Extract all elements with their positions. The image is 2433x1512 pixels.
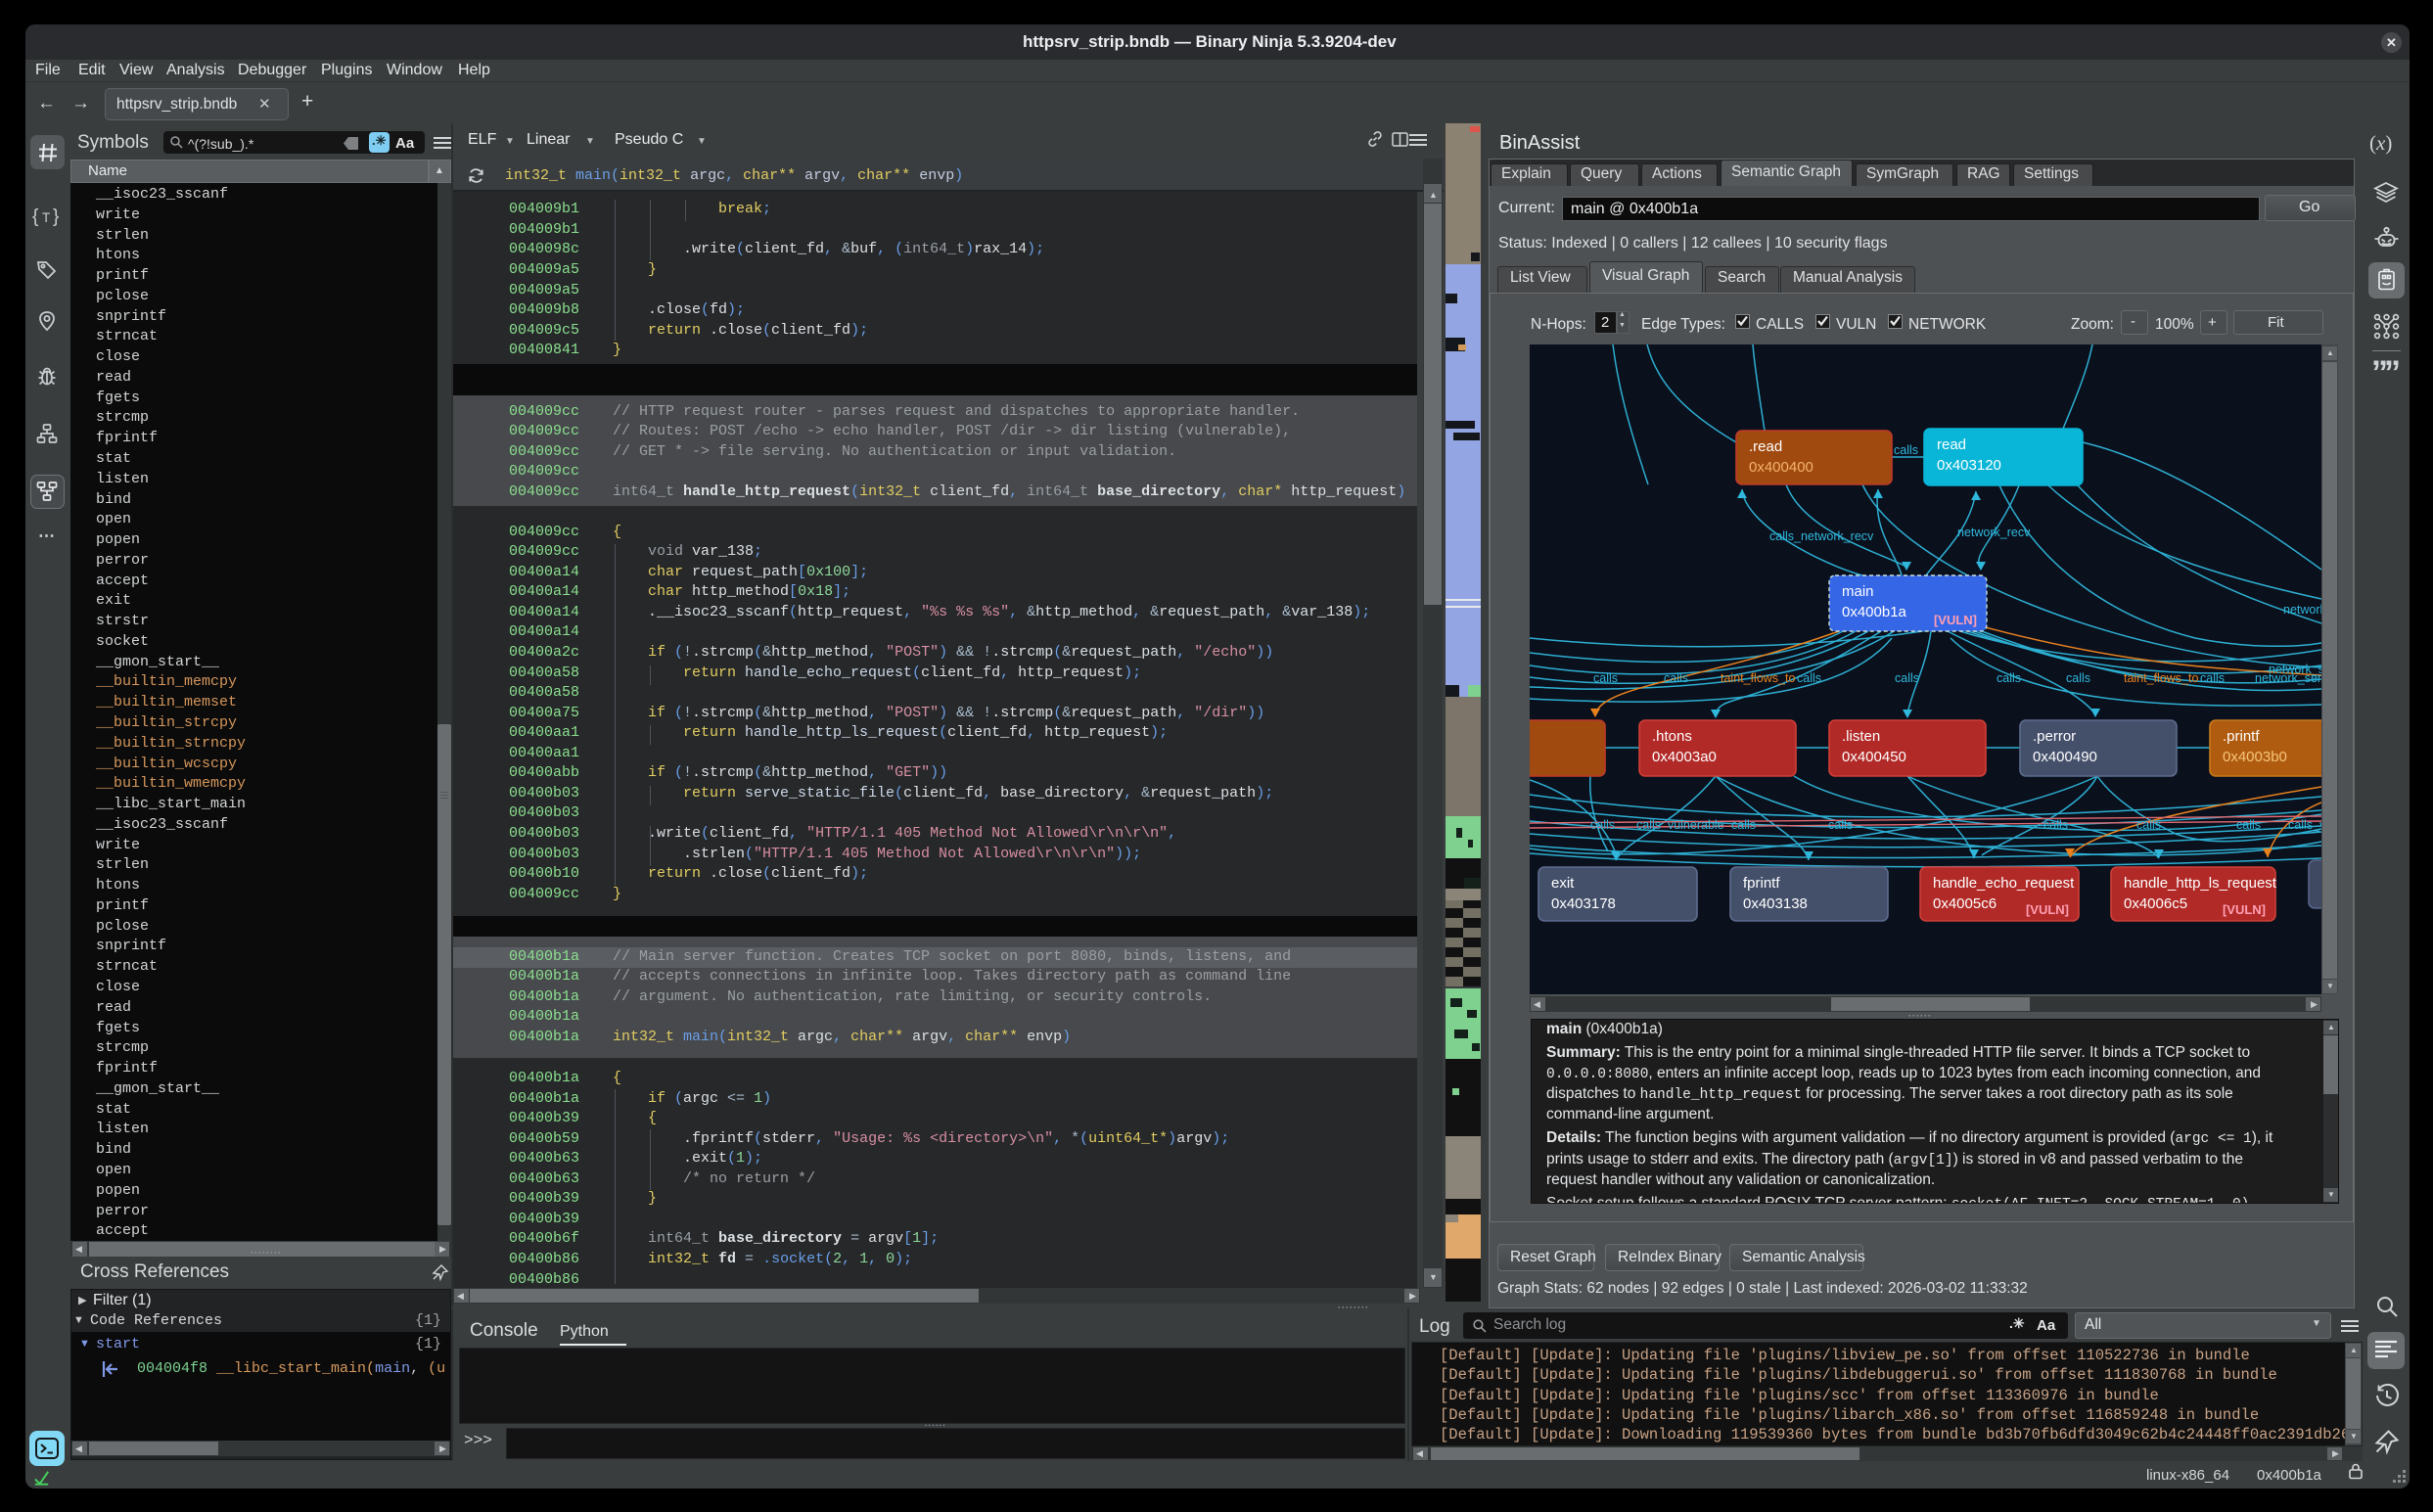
svg-text:calls: calls [1590, 818, 1615, 832]
svg-text:[VULN]: [VULN] [2026, 902, 2069, 917]
svg-text:.read: .read [1749, 438, 1782, 455]
svg-text:handle_http_ls_request: handle_http_ls_request [2124, 875, 2277, 892]
svg-text:calls: calls [2043, 818, 2068, 832]
svg-text:.perror: .perror [2033, 728, 2076, 745]
svg-text:0x400b1a: 0x400b1a [1842, 604, 1907, 620]
svg-text:calls: calls [2136, 818, 2161, 832]
svg-text:exit: exit [1551, 875, 1575, 892]
svg-text:0x400450: 0x400450 [1842, 749, 1906, 765]
svg-text:calls_vulnerable: calls_vulnerable [1636, 818, 1724, 832]
svg-text:0x400490: 0x400490 [2033, 749, 2097, 765]
svg-text:calls: calls [1895, 671, 1919, 685]
svg-text:calls: calls [1593, 671, 1618, 685]
svg-text:calls: calls [2066, 671, 2090, 685]
svg-text:calls: calls [1894, 443, 1918, 457]
svg-text:0x403138: 0x403138 [1743, 895, 1808, 912]
svg-text:[VULN]: [VULN] [1934, 613, 1977, 627]
svg-text:.htons: .htons [1652, 728, 1692, 745]
svg-text:calls: calls [2236, 818, 2261, 832]
svg-text:calls: calls [1664, 671, 1688, 685]
svg-text:calls: calls [2200, 671, 2225, 685]
svg-text:0x400400: 0x400400 [1749, 459, 1813, 476]
svg-text:calls: calls [1828, 818, 1853, 832]
svg-text:handle_echo_request: handle_echo_request [1933, 875, 2075, 892]
svg-text:taint_flows_to: taint_flows_to [2124, 671, 2198, 685]
svg-text:calls_network_recv: calls_network_recv [1769, 529, 1874, 543]
svg-text:0x403178: 0x403178 [1551, 895, 1616, 912]
svg-text:read: read [1937, 436, 1966, 453]
svg-text:0x4003a0: 0x4003a0 [1652, 749, 1717, 765]
svg-text:0x403120: 0x403120 [1937, 457, 2001, 474]
svg-text:0x4005c6: 0x4005c6 [1933, 895, 1997, 912]
svg-text:0x4006c5: 0x4006c5 [2124, 895, 2187, 912]
svg-text:.printf: .printf [2223, 728, 2260, 745]
svg-text:calls: calls [1731, 818, 1756, 832]
svg-text:[VULN]: [VULN] [2223, 902, 2266, 917]
svg-text:.listen: .listen [1842, 728, 1880, 745]
svg-text:calls: calls [1997, 671, 2021, 685]
svg-text:calls: calls [1797, 671, 1821, 685]
svg-text:0x4003b0: 0x4003b0 [2223, 749, 2287, 765]
svg-text:network_: network_ [2283, 603, 2321, 617]
svg-text:calls_v: calls_v [2288, 818, 2321, 832]
svg-text:taint_flows_to: taint_flows_to [1721, 671, 1795, 685]
svg-text:main: main [1842, 583, 1874, 600]
svg-text:fprintf: fprintf [1743, 875, 1780, 892]
svg-text:network_send: network_send [2255, 671, 2321, 685]
svg-text:network_recv: network_recv [1957, 526, 2031, 539]
